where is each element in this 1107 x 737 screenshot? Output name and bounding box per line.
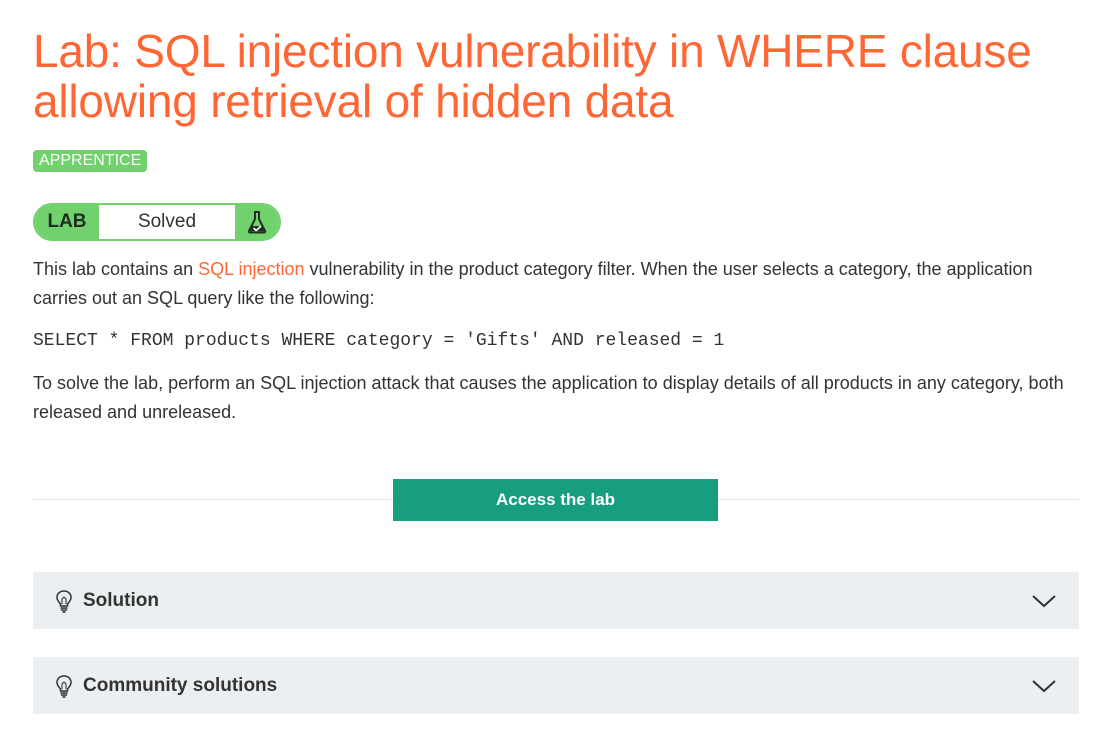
lab-page: Lab: SQL injection vulnerability in WHER…: [0, 0, 1107, 172]
lightbulb-icon: [53, 589, 75, 613]
example-sql-query: SELECT * FROM products WHERE category = …: [33, 331, 725, 351]
lightbulb-icon: [53, 674, 75, 698]
chevron-down-icon: [1031, 678, 1057, 694]
lab-description: This lab contains an SQL injection vulne…: [33, 255, 1079, 313]
page-title: Lab: SQL injection vulnerability in WHER…: [33, 25, 1032, 127]
description-text: This lab contains an: [33, 259, 199, 279]
lab-status-text: Solved: [137, 211, 197, 232]
flask-check-icon: [235, 205, 279, 239]
lab-tag: LAB: [35, 205, 99, 239]
access-lab-button[interactable]: Access the lab: [393, 479, 718, 521]
solution-accordion[interactable]: Solution: [33, 572, 1079, 629]
community-solutions-accordion[interactable]: Community solutions: [33, 657, 1079, 714]
chevron-down-icon: [1031, 593, 1057, 609]
lab-objective: To solve the lab, perform an SQL injecti…: [33, 373, 1064, 422]
community-solutions-label: Community solutions: [83, 674, 278, 696]
solution-label: Solution: [83, 589, 159, 611]
level-badge: APPRENTICE: [33, 150, 148, 172]
lab-status-widget: LAB Solved: [33, 203, 281, 241]
sql-injection-link[interactable]: SQL injection: [198, 259, 304, 279]
